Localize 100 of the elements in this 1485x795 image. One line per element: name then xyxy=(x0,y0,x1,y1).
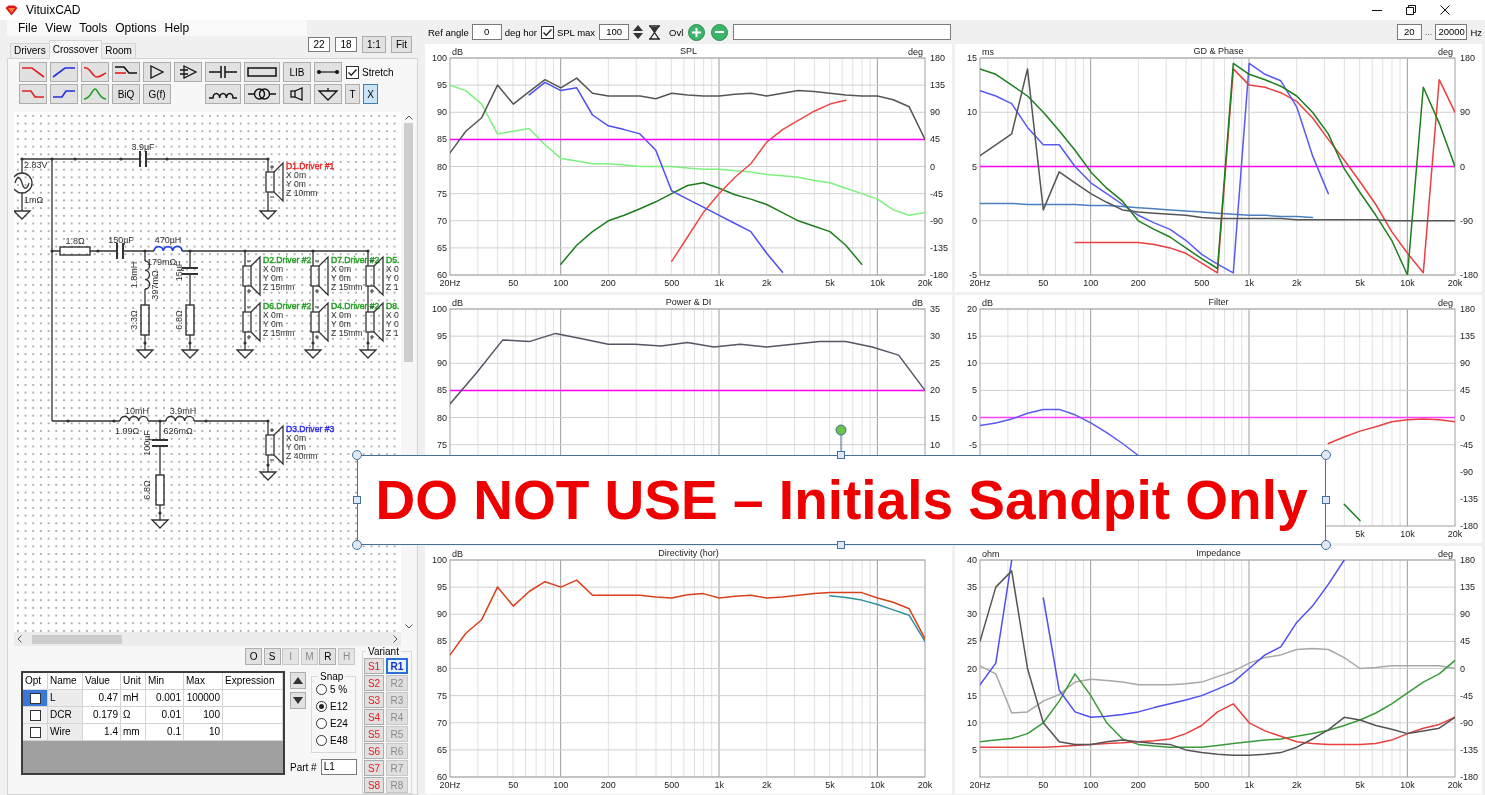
axis-tick-label: 5k xyxy=(1355,780,1365,790)
recall-button[interactable]: R1 xyxy=(386,658,408,674)
radio-button[interactable]: E24 xyxy=(316,716,355,731)
axis-tick-label: 50 xyxy=(1038,780,1049,790)
bandpass-curve-icon xyxy=(83,87,107,101)
view-button[interactable]: 1:1 xyxy=(362,36,386,53)
move-up-button[interactable] xyxy=(290,672,306,689)
toggle-button[interactable]: X xyxy=(363,84,378,104)
tool-button[interactable]: O xyxy=(245,648,263,665)
tool-button[interactable]: LIB xyxy=(283,62,311,82)
axis-tick-label: 180 xyxy=(1460,304,1476,314)
menu-item[interactable]: View xyxy=(45,21,72,35)
menu-item[interactable]: Help xyxy=(164,21,190,35)
resistor-button[interactable] xyxy=(244,62,280,82)
buffer-button[interactable] xyxy=(174,62,202,82)
highpass-step-button[interactable] xyxy=(50,84,78,104)
window-title: VituixCAD xyxy=(26,3,81,17)
driver-label[interactable]: D5. xyxy=(386,255,400,265)
checkbox[interactable] xyxy=(29,709,41,721)
axis-tick-label: 200 xyxy=(600,780,616,790)
axis-tick-label: 0 xyxy=(972,412,977,423)
range-separator: ... xyxy=(1424,27,1433,37)
resistor-symbol-icon xyxy=(247,65,277,79)
capacitor-button[interactable] xyxy=(205,62,241,82)
wire-button[interactable] xyxy=(314,62,342,82)
number-field[interactable]: 100 xyxy=(599,24,630,40)
snapshot-button[interactable]: S3 xyxy=(364,692,384,708)
tab[interactable]: Drivers xyxy=(10,43,50,58)
number-field[interactable]: 20000 xyxy=(1435,24,1468,40)
chevron-down-icon[interactable] xyxy=(404,624,413,629)
driver-label[interactable]: D8. xyxy=(386,301,400,311)
hourglass-icon[interactable] xyxy=(648,24,662,40)
axis-label: deg xyxy=(1437,298,1453,308)
chevron-up-icon[interactable] xyxy=(404,115,413,120)
table-cell: DCR xyxy=(48,707,83,724)
highpass-button[interactable] xyxy=(50,62,78,82)
table-cell: Wire xyxy=(48,724,83,741)
axis-tick-label: 100 xyxy=(1083,780,1099,790)
snapshot-button[interactable]: S6 xyxy=(364,743,384,759)
amplifier-button[interactable] xyxy=(143,62,171,82)
snapshot-button[interactable]: S8 xyxy=(364,777,384,793)
snapshot-button[interactable]: S2 xyxy=(364,675,384,691)
table-cell xyxy=(223,690,283,707)
checkbox[interactable] xyxy=(29,726,41,738)
remove-button[interactable] xyxy=(711,23,729,41)
axis-tick-label: 80 xyxy=(437,663,447,674)
axis-tick-label: 20Hz xyxy=(969,780,991,790)
checkbox[interactable] xyxy=(29,692,41,704)
toggle-button[interactable]: T xyxy=(345,84,360,104)
text-field[interactable]: L1 xyxy=(320,759,357,775)
menu-item[interactable]: Options xyxy=(115,21,157,35)
tool-button[interactable]: G(f) xyxy=(143,84,171,104)
scrollbar-thumb[interactable] xyxy=(404,123,413,362)
add-button[interactable] xyxy=(688,23,706,41)
chevron-right-icon[interactable] xyxy=(393,635,398,643)
number-field[interactable]: 18 xyxy=(335,37,357,52)
number-field[interactable]: 20 xyxy=(1396,24,1422,40)
lowpass-step-button[interactable] xyxy=(19,84,47,104)
spin-arrows-icon[interactable] xyxy=(632,24,645,40)
number-field[interactable]: 0 xyxy=(471,24,502,40)
menu-item[interactable]: Tools xyxy=(79,21,108,35)
table-cell: 0.001 xyxy=(146,690,184,707)
text-field[interactable] xyxy=(733,24,952,40)
snapshot-button[interactable]: S4 xyxy=(364,709,384,725)
axis-tick-label: 0 xyxy=(1460,412,1465,423)
resize-handle-icon xyxy=(1321,450,1331,460)
speaker-button[interactable] xyxy=(283,84,311,104)
lowpass-button[interactable] xyxy=(19,62,47,82)
snapshot-button[interactable]: S5 xyxy=(364,726,384,742)
ground-button[interactable] xyxy=(314,84,342,104)
axis-tick-label: -180 xyxy=(1460,521,1478,531)
radio-button[interactable]: 5 % xyxy=(316,682,355,697)
allpass-button[interactable] xyxy=(81,62,109,82)
table-cell: L xyxy=(48,690,83,707)
scrollbar-thumb[interactable] xyxy=(32,634,122,644)
tab[interactable]: Crossover xyxy=(48,40,103,59)
tab[interactable]: Room xyxy=(101,43,136,58)
menu-item[interactable]: File xyxy=(18,21,38,35)
view-button[interactable]: Fit xyxy=(390,36,412,53)
axis-tick-label: 60 xyxy=(437,270,447,280)
shelf-button[interactable] xyxy=(112,62,140,82)
tool-button[interactable]: BiQ xyxy=(112,84,140,104)
checkbox[interactable]: Stretch xyxy=(346,65,394,79)
checkbox[interactable]: SPL max xyxy=(540,25,596,39)
move-down-button[interactable] xyxy=(290,692,306,709)
tool-button[interactable]: S xyxy=(263,648,281,665)
axis-tick-label: -180 xyxy=(930,270,948,280)
tool-button[interactable]: R xyxy=(319,648,337,665)
chevron-left-icon[interactable] xyxy=(17,635,22,643)
inductor-button[interactable] xyxy=(205,84,241,104)
radio-button[interactable]: E48 xyxy=(316,733,355,748)
snapshot-button[interactable]: S1 xyxy=(364,658,384,674)
axis-label: deg xyxy=(907,47,923,57)
snapshot-button[interactable]: S7 xyxy=(364,760,384,776)
axis-tick-label: 10k xyxy=(1400,780,1415,790)
axis-tick-label: 10 xyxy=(967,717,977,728)
number-field[interactable]: 22 xyxy=(308,37,330,52)
axis-tick-label: -180 xyxy=(1460,270,1478,280)
transformer-button[interactable] xyxy=(244,84,280,104)
radio-button[interactable]: E12 xyxy=(316,699,355,714)
